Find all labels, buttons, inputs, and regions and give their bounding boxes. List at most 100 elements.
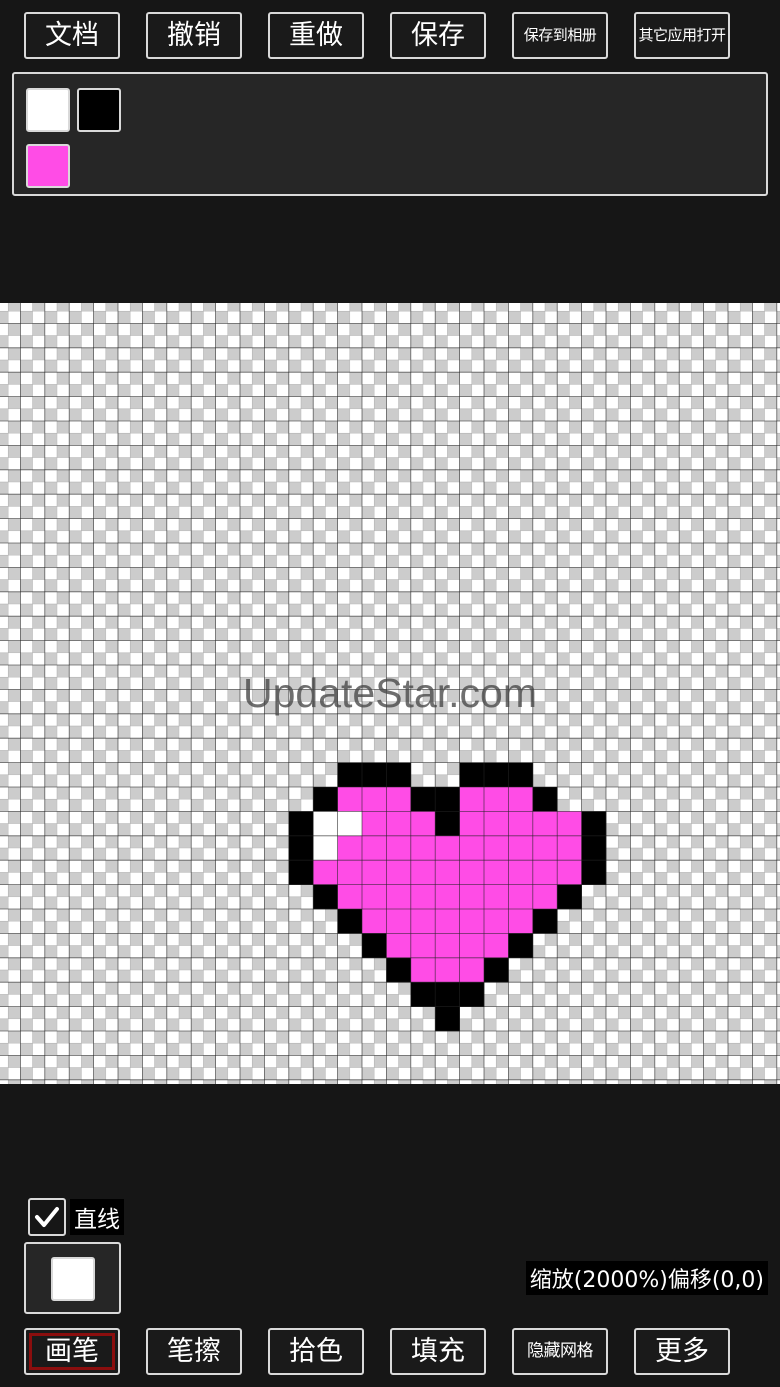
palette-swatch-pink[interactable]: [26, 144, 70, 188]
hide-grid-button[interactable]: 隐藏网格: [512, 1328, 608, 1375]
undo-button[interactable]: 撤销: [146, 12, 242, 59]
pixel-grid[interactable]: [0, 303, 780, 1084]
file-button[interactable]: 文档: [24, 12, 120, 59]
pixel-cell: [435, 787, 460, 812]
pixel-cell: [435, 811, 460, 837]
pixel-cell: [362, 884, 387, 910]
pixel-cell: [386, 884, 412, 910]
pixel-cell: [435, 884, 460, 910]
pixel-cell: [459, 957, 485, 983]
pixel-cell: [362, 860, 387, 885]
pixel-cell: [386, 787, 412, 812]
pixel-cell: [459, 811, 485, 837]
pixel-cell: [484, 884, 509, 910]
pixel-cell: [557, 811, 582, 837]
pixel-cell: [410, 835, 436, 861]
open-in-other-app-button[interactable]: 其它应用打开: [634, 12, 730, 59]
pixel-cell: [337, 860, 363, 885]
brush-button-label: 画笔: [45, 1336, 99, 1367]
pixel-cell: [532, 860, 558, 885]
pixel-cell: [313, 811, 338, 837]
pixel-cell: [386, 957, 412, 983]
pixel-cell: [435, 835, 460, 861]
pixel-cell: [508, 811, 534, 837]
pixel-cell: [337, 787, 363, 812]
pixel-cell: [313, 835, 338, 861]
pixel-cell: [484, 860, 509, 885]
pixel-cell: [410, 884, 436, 910]
palette-swatch-black[interactable]: [77, 88, 121, 132]
pixel-cell: [337, 835, 363, 861]
current-color-button[interactable]: [24, 1242, 121, 1314]
pixel-cell: [508, 787, 534, 812]
pixel-cell: [410, 787, 436, 812]
eraser-button[interactable]: 笔擦: [146, 1328, 242, 1375]
pixel-cell: [337, 762, 363, 788]
pixel-cell: [459, 982, 485, 1007]
pixel-cell: [508, 933, 534, 959]
pixel-cell: [508, 835, 534, 861]
pixel-cell: [459, 884, 485, 910]
pixel-cell: [459, 860, 485, 885]
pixel-cell: [484, 835, 509, 861]
pixel-cell: [362, 909, 387, 934]
pixel-cell: [484, 787, 509, 812]
pixel-cell: [532, 787, 558, 812]
save-to-album-button[interactable]: 保存到相册: [512, 12, 608, 59]
pixel-cell: [410, 982, 436, 1007]
pixel-cell: [313, 860, 338, 885]
fill-button[interactable]: 填充: [390, 1328, 486, 1375]
pixel-cell: [484, 909, 509, 934]
pixel-cell: [288, 860, 314, 885]
drawing-canvas[interactable]: UpdateStar.com: [0, 303, 780, 1084]
line-checkbox[interactable]: [28, 1198, 66, 1236]
pixel-cell: [362, 762, 387, 788]
pixel-cell: [508, 860, 534, 885]
line-checkbox-label: 直线: [70, 1199, 124, 1235]
pixel-cell: [288, 835, 314, 861]
more-button[interactable]: 更多: [634, 1328, 730, 1375]
pixel-cell: [386, 909, 412, 934]
pixel-cell: [386, 811, 412, 837]
pixel-cell: [557, 884, 582, 910]
pixel-cell: [435, 1006, 460, 1032]
pixel-cell: [362, 835, 387, 861]
redo-button[interactable]: 重做: [268, 12, 364, 59]
pixel-cell: [581, 860, 607, 885]
pixel-cell: [557, 860, 582, 885]
pixel-cell: [532, 884, 558, 910]
pixel-cell: [484, 957, 509, 983]
pixel-cell: [362, 933, 387, 959]
color-palette: [12, 72, 768, 196]
pixel-cell: [435, 860, 460, 885]
pixel-cell: [508, 762, 534, 788]
pixel-cell: [386, 933, 412, 959]
pixel-cell: [362, 811, 387, 837]
pixel-cell: [459, 933, 485, 959]
pixel-cell: [532, 909, 558, 934]
pixel-cell: [557, 835, 582, 861]
palette-swatch-white[interactable]: [26, 88, 70, 132]
pixel-cell: [459, 835, 485, 861]
pixel-cell: [337, 811, 363, 837]
pixel-cell: [459, 762, 485, 788]
checkmark-icon: [35, 1207, 59, 1227]
color-picker-button[interactable]: 拾色: [268, 1328, 364, 1375]
pixel-cell: [435, 933, 460, 959]
pixel-cell: [337, 909, 363, 934]
brush-button[interactable]: 画笔: [24, 1328, 120, 1375]
pixel-cell: [484, 933, 509, 959]
pixel-cell: [508, 909, 534, 934]
pixel-cell: [532, 811, 558, 837]
pixel-cell: [288, 811, 314, 837]
save-button[interactable]: 保存: [390, 12, 486, 59]
pixel-cell: [532, 835, 558, 861]
pixel-cell: [435, 957, 460, 983]
pixel-cell: [484, 811, 509, 837]
pixel-cell: [386, 835, 412, 861]
pixel-cell: [459, 909, 485, 934]
pixel-cell: [435, 909, 460, 934]
zoom-offset-status: 缩放(2000%)偏移(0,0): [525, 1261, 768, 1295]
pixel-cell: [410, 933, 436, 959]
pixel-cell: [581, 835, 607, 861]
